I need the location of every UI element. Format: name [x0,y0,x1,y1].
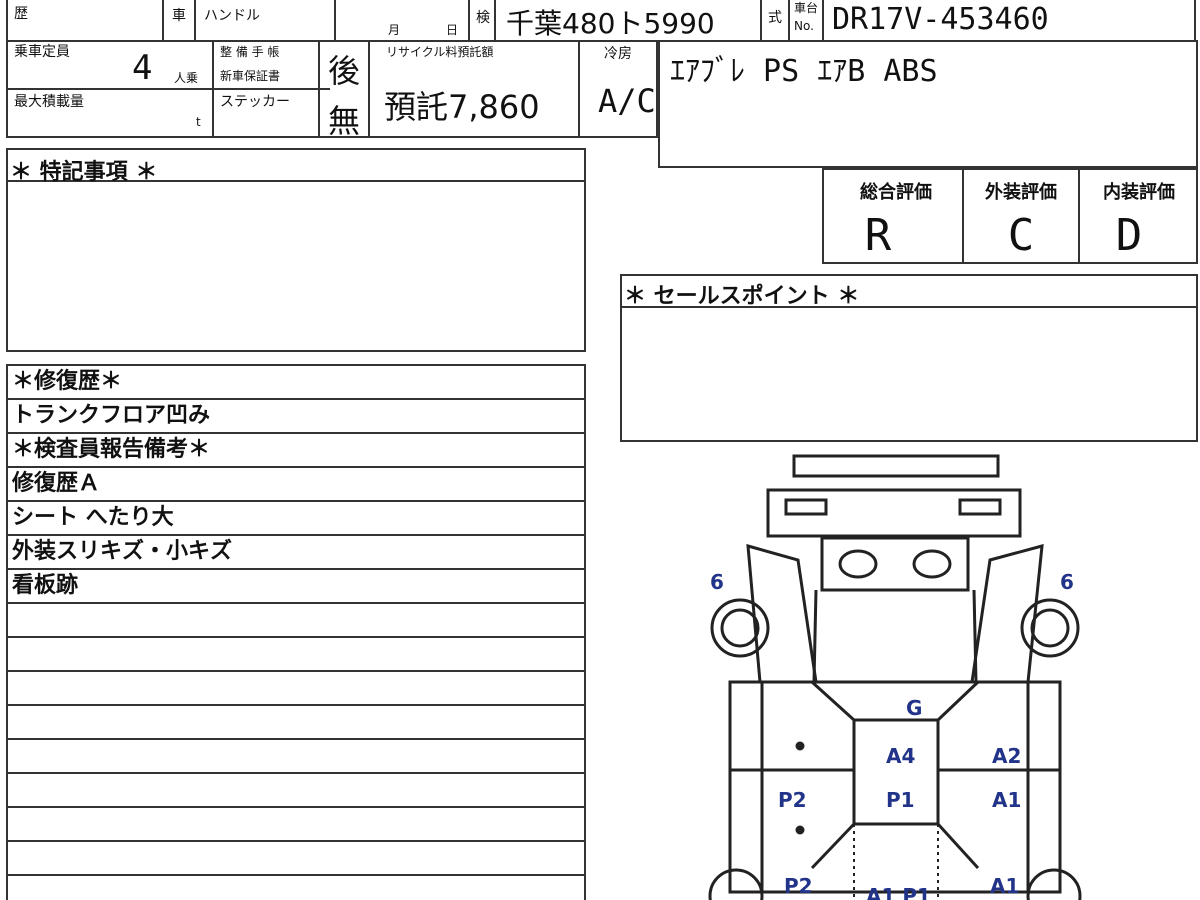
note-row: 外装スリキズ・小キズ [8,536,586,570]
chassis-label-no: No. [794,19,814,33]
note-row-empty [8,604,586,638]
note-row: 修復歴Ａ [8,468,586,502]
maintenance-value: 後 [328,52,361,90]
handle-label: ハンドル [204,8,260,24]
note-row: ＊検査員報告備考＊ [8,434,586,468]
mark-right-mirror: 6 [1060,570,1074,594]
body-rear-shape [728,680,1062,894]
auction-sheet: 歴 車 ハンドル 月 日 検 千葉480ト5990 式 車台 No. DR17V… [0,0,1200,900]
note-row-empty [8,740,586,774]
mark-right-upper: A2 [992,744,1022,768]
sticker-label: ステッカー [220,94,290,110]
inspection-label: 検 [476,10,490,26]
right-fender-shape [970,543,1044,684]
history-label: 歴 [14,6,28,22]
capacity-value: 4 [132,48,153,88]
note-row-empty [8,638,586,672]
grade-interior: D [1115,210,1143,261]
maintenance-label-2: 新車保証書 [220,69,281,83]
windshield-shape [820,536,970,592]
grade-header-overall: 総合評価 [860,182,932,203]
rear-left-wheel-shape [708,868,764,900]
grade-exterior: C [1007,210,1035,261]
left-fender-shape [746,543,818,684]
cooling-label: 冷房 [604,46,632,62]
chassis-number: DR17V-453460 [832,2,1049,37]
sales-points-title: ＊ セールスポイント ＊ [624,284,860,309]
cooling-value: A/C [598,82,656,120]
mark-left-mid: P2 [778,788,807,812]
mark-roof-front: G [906,696,923,720]
note-row: トランクフロア凹み [8,400,586,434]
month-label: 月 [388,23,401,37]
note-row: ＊修復歴＊ [8,366,586,400]
front-right-wheel-shape [1020,598,1080,658]
note-row-empty [8,842,586,876]
note-row: シート へたり大 [8,502,586,536]
left-seat-shape [838,549,878,579]
front-bumper-shape [792,454,1000,478]
car-label: 車 [172,8,186,24]
vehicle-diagram [708,454,1082,900]
mark-right-low: A1 [990,874,1020,898]
grade-header-exterior: 外装評価 [985,182,1057,203]
grade-overall: R [864,210,892,261]
special-notes-title: ＊ 特記事項 ＊ [10,160,158,185]
note-row-empty [8,774,586,808]
front-left-wheel-shape [710,598,770,658]
capacity-label: 乗車定員 [14,44,70,60]
note-row-empty [8,706,586,740]
rear-right-wheel-shape [1026,868,1082,900]
recycle-label: リサイクル料預託額 [386,45,494,59]
grade-header-interior: 内装評価 [1103,182,1175,203]
max-load-unit: t [196,115,201,129]
left-headlight-shape [784,498,828,516]
mark-left-low: P2 [784,874,813,898]
sticker-value: 無 [328,102,361,140]
maintenance-label-1: 整 備 手 帳 [220,45,280,59]
chassis-label-top: 車台 [794,1,819,15]
max-load-label: 最大積載量 [14,94,84,110]
note-row-empty [8,672,586,706]
mark-roof-a4: A4 [886,744,916,768]
note-row: 看板跡 [8,570,586,604]
mark-left-mirror: 6 [710,570,724,594]
day-label: 日 [446,23,459,37]
note-row-empty [8,808,586,842]
right-headlight-shape [958,498,1002,516]
equipment-text: ｴｱﾌﾞﾚ PS ｴｱB ABS [670,54,938,89]
mark-roof-p1: P1 [886,788,915,812]
inspection-value: 千葉480ト5990 [506,7,715,40]
right-seat-shape [912,549,952,579]
recycle-value: 預託7,860 [384,88,540,126]
model-label: 式 [768,10,782,26]
mark-right-mid: A1 [992,788,1022,812]
mark-bottom-center: A1 P1 [866,884,931,900]
capacity-unit: 人乗 [174,71,199,85]
